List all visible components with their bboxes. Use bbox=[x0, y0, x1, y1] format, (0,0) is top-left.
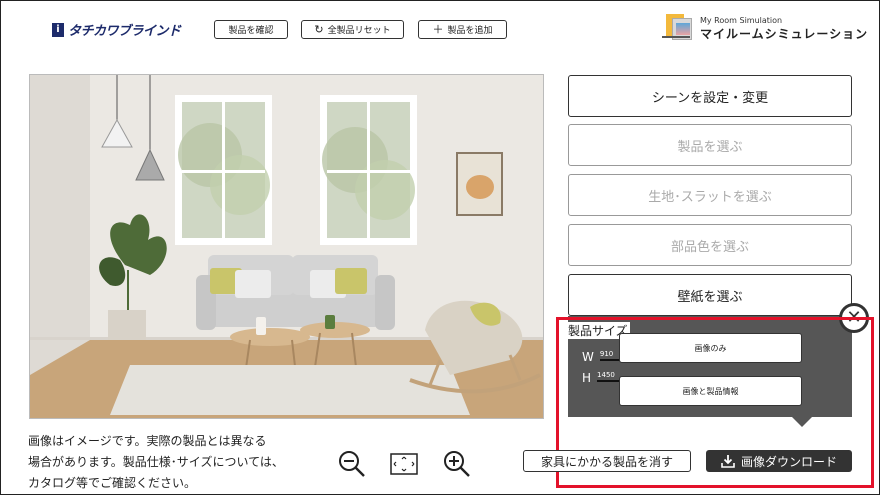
select-product-button[interactable]: 製品を選ぶ bbox=[568, 124, 852, 166]
select-parts-color-button[interactable]: 部品色を選ぶ bbox=[568, 224, 852, 266]
simulation-icon bbox=[660, 14, 694, 44]
set-scene-label: シーンを設定・変更 bbox=[651, 90, 769, 106]
clear-products-label: 家具にかかる製品を消す bbox=[540, 454, 673, 469]
select-fabric-button[interactable]: 生地･スラットを選ぶ bbox=[568, 174, 852, 216]
add-product-label: 製品を追加 bbox=[447, 26, 493, 36]
fit-screen-icon[interactable] bbox=[389, 449, 419, 479]
width-row: W 910 bbox=[582, 350, 622, 364]
select-product-label: 製品を選ぶ bbox=[677, 139, 743, 155]
zoom-out-icon[interactable] bbox=[337, 449, 367, 479]
disclaimer-line-3: カタログ等でご確認ください。 bbox=[28, 476, 197, 490]
zoom-in-icon[interactable] bbox=[442, 449, 472, 479]
download-image-with-info-label: 画像と製品情報 bbox=[682, 386, 739, 396]
width-label: W bbox=[582, 350, 594, 364]
logo-text: タチカワブラインド bbox=[68, 24, 181, 39]
add-product-button[interactable]: ＋ 製品を追加 bbox=[418, 20, 507, 39]
set-scene-button[interactable]: シーンを設定・変更 bbox=[568, 75, 852, 117]
height-value: 1450 bbox=[597, 371, 620, 382]
confirm-product-button[interactable]: 製品を確認 bbox=[214, 20, 288, 39]
close-icon[interactable]: ✕ bbox=[839, 303, 869, 333]
app-title-en: My Room Simulation bbox=[700, 16, 783, 25]
reset-all-button[interactable]: ↻ 全製品リセット bbox=[301, 20, 404, 39]
confirm-product-label: 製品を確認 bbox=[228, 26, 274, 36]
height-row: H 1450 bbox=[582, 371, 620, 385]
popover-arrow bbox=[792, 417, 812, 427]
disclaimer-line-1: 画像はイメージです。実際の製品とは異なる bbox=[28, 434, 267, 448]
download-image-only-option[interactable]: 画像のみ bbox=[619, 333, 802, 363]
brand-logo[interactable]: i タチカワブラインド bbox=[52, 20, 181, 39]
select-fabric-label: 生地･スラットを選ぶ bbox=[648, 189, 772, 205]
disclaimer-line-2: 場合があります。製品仕様･サイズについては、 bbox=[28, 455, 284, 469]
app-title-jp: マイルームシミュレーション bbox=[700, 27, 869, 41]
app-title: My Room Simulation マイルームシミュレーション bbox=[660, 14, 868, 44]
select-wallpaper-button[interactable]: 壁紙を選ぶ bbox=[568, 274, 852, 316]
clear-products-on-furniture-button[interactable]: 家具にかかる製品を消す bbox=[523, 450, 691, 472]
download-icon bbox=[721, 455, 735, 468]
plus-icon: ＋ bbox=[432, 23, 444, 36]
image-download-label: 画像ダウンロード bbox=[740, 454, 837, 469]
room-scene-image[interactable] bbox=[29, 74, 544, 419]
download-image-with-info-option[interactable]: 画像と製品情報 bbox=[619, 376, 802, 406]
disclaimer-note: 画像はイメージです。実際の製品とは異なる 場合があります。製品仕様･サイズについ… bbox=[28, 431, 318, 494]
reset-all-label: 全製品リセット bbox=[327, 26, 391, 36]
image-download-button[interactable]: 画像ダウンロード bbox=[706, 450, 852, 472]
select-wallpaper-label: 壁紙を選ぶ bbox=[677, 289, 743, 305]
logo-icon: i bbox=[52, 22, 64, 37]
reset-icon: ↻ bbox=[314, 23, 324, 36]
download-image-only-label: 画像のみ bbox=[694, 343, 727, 353]
select-parts-color-label: 部品色を選ぶ bbox=[670, 239, 749, 255]
height-label: H bbox=[582, 371, 592, 385]
